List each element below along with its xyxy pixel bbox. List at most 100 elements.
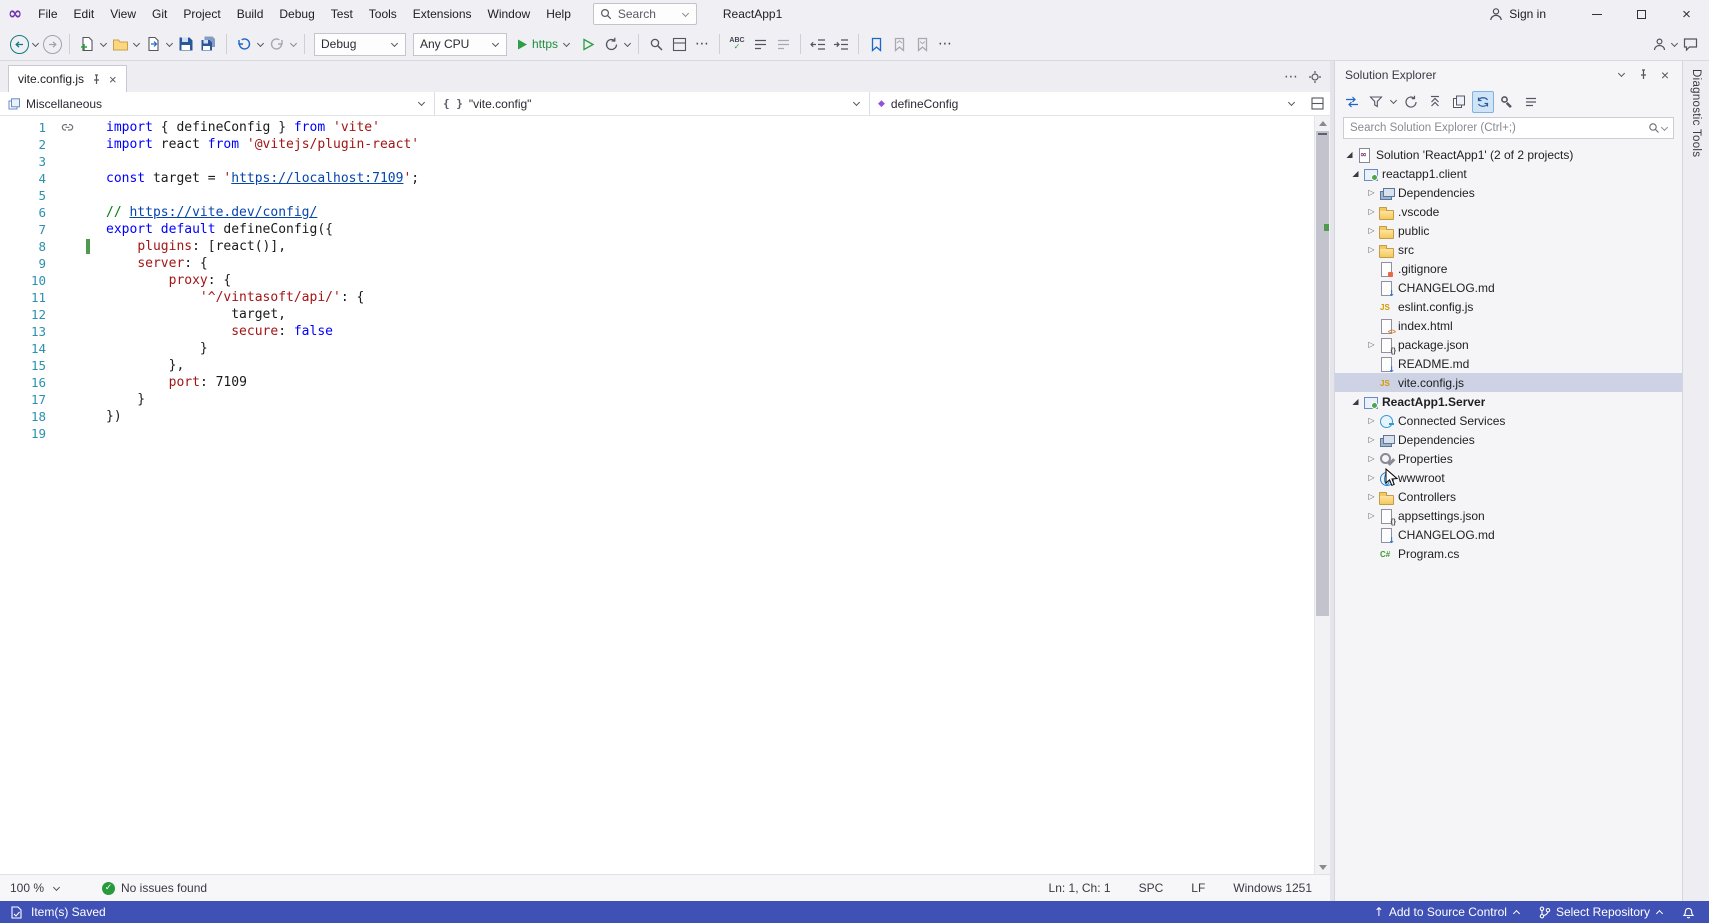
pending-changes-filter-button[interactable] (1365, 91, 1387, 113)
tree-item-reactapp1-client[interactable]: ◢reactapp1.client (1335, 164, 1682, 183)
code-line-14[interactable]: 14 } (0, 340, 1314, 357)
switch-views-button[interactable] (1341, 91, 1363, 113)
collapse-all-button[interactable] (1424, 91, 1446, 113)
sync-with-active-document-button[interactable] (1472, 91, 1494, 113)
editor-options-icon[interactable] (1308, 70, 1322, 84)
menu-git[interactable]: Git (144, 0, 175, 28)
pin-icon[interactable] (1632, 64, 1654, 86)
scrollbar-up-icon[interactable] (1315, 116, 1330, 130)
next-bookmark-button[interactable] (911, 31, 933, 57)
member-dropdown[interactable]: ◆ defineConfig (870, 92, 1304, 115)
uncomment-button[interactable] (772, 31, 794, 57)
expander-icon[interactable]: ▷ (1365, 245, 1378, 254)
navigate-forward-button[interactable] (41, 31, 63, 57)
tree-item-solution-reactapp1-2-of-2-projects[interactable]: ◢Solution 'ReactApp1' (2 of 2 projects) (1335, 145, 1682, 164)
hot-reload-button[interactable] (600, 31, 622, 57)
code-line-4[interactable]: 4const target = 'https://localhost:7109'… (0, 170, 1314, 187)
increase-indent-button[interactable] (830, 31, 852, 57)
code-line-5[interactable]: 5 (0, 187, 1314, 204)
menu-edit[interactable]: Edit (66, 0, 103, 28)
start-without-debugging-button[interactable] (577, 31, 599, 57)
code-line-16[interactable]: 16 port: 7109 (0, 374, 1314, 391)
platform-dropdown[interactable]: Any CPU (413, 33, 507, 56)
new-file-button[interactable] (76, 31, 98, 57)
back-history-chevron-icon[interactable] (32, 39, 39, 46)
maximize-button[interactable] (1619, 0, 1664, 28)
code-line-6[interactable]: 6// https://vite.dev/config/ (0, 204, 1314, 221)
caret-position-label[interactable]: Ln: 1, Ch: 1 (1049, 881, 1111, 895)
navigate-back-button[interactable] (8, 31, 30, 57)
tree-item-reactapp1-server[interactable]: ◢ReactApp1.Server (1335, 392, 1682, 411)
scrollbar-thumb[interactable] (1316, 131, 1329, 616)
close-tab-icon[interactable]: × (109, 73, 117, 86)
code-line-3[interactable]: 3 (0, 153, 1314, 170)
add-item-button[interactable] (142, 31, 164, 57)
tree-item-program-cs[interactable]: Program.cs (1335, 544, 1682, 563)
tree-item-readme-md[interactable]: README.md (1335, 354, 1682, 373)
zoom-dropdown[interactable]: 100 % (0, 881, 72, 895)
previous-bookmark-button[interactable] (888, 31, 910, 57)
tree-item-dependencies[interactable]: ▷Dependencies (1335, 183, 1682, 202)
split-window-icon[interactable] (1304, 92, 1330, 115)
preview-selected-items-button[interactable] (1520, 91, 1542, 113)
spell-check-button[interactable]: ABC✓ (726, 31, 748, 57)
tab-diagnostic-tools[interactable]: Diagnostic Tools (1690, 69, 1702, 901)
feedback-button[interactable] (1679, 31, 1701, 57)
menu-extensions[interactable]: Extensions (405, 0, 480, 28)
search-box[interactable]: Search (593, 3, 697, 25)
menu-build[interactable]: Build (229, 0, 272, 28)
menu-window[interactable]: Window (480, 0, 539, 28)
solution-search-input[interactable] (1344, 122, 1648, 134)
add-to-source-control-button[interactable]: ↑ Add to Source Control (1374, 905, 1521, 919)
window-menu-chevron-icon[interactable] (1610, 64, 1632, 86)
more-documents-icon[interactable]: ⋯ (1284, 70, 1298, 84)
editor-scrollbar[interactable] (1314, 116, 1330, 874)
start-debugging-button[interactable]: https (511, 37, 576, 51)
decrease-indent-button[interactable] (807, 31, 829, 57)
undo-button[interactable] (233, 31, 255, 57)
menu-tools[interactable]: Tools (361, 0, 405, 28)
expander-icon[interactable]: ◢ (1349, 169, 1362, 178)
live-share-button[interactable] (1648, 31, 1670, 57)
expander-icon[interactable]: ▷ (1365, 226, 1378, 235)
line-ending-label[interactable]: LF (1191, 881, 1205, 895)
menu-test[interactable]: Test (323, 0, 361, 28)
tree-item-changelog-md[interactable]: CHANGELOG.md (1335, 525, 1682, 544)
find-in-files-button[interactable] (645, 31, 667, 57)
code-map-button[interactable] (668, 31, 690, 57)
code-line-9[interactable]: 9 server: { (0, 255, 1314, 272)
show-all-files-button[interactable] (1448, 91, 1470, 113)
expander-icon[interactable]: ▷ (1365, 207, 1378, 216)
menu-project[interactable]: Project (175, 0, 228, 28)
expander-icon[interactable]: ▷ (1365, 340, 1378, 349)
solution-search-box[interactable] (1343, 117, 1674, 139)
pin-icon[interactable] (91, 74, 102, 85)
project-dropdown[interactable]: Miscellaneous (0, 92, 435, 115)
save-button[interactable] (175, 31, 197, 57)
code-editor[interactable]: 1import { defineConfig } from 'vite'2imp… (0, 116, 1330, 874)
encoding-label[interactable]: Windows 1251 (1233, 881, 1312, 895)
expander-icon[interactable]: ▷ (1365, 435, 1378, 444)
hot-reload-chevron-icon[interactable] (624, 39, 631, 46)
menu-help[interactable]: Help (538, 0, 579, 28)
tree-item-connected-services[interactable]: ▷Connected Services (1335, 411, 1682, 430)
tree-item-controllers[interactable]: ▷Controllers (1335, 487, 1682, 506)
minimize-button[interactable] (1574, 0, 1619, 28)
menu-view[interactable]: View (102, 0, 144, 28)
open-file-button[interactable] (109, 31, 131, 57)
redo-button[interactable] (266, 31, 288, 57)
expander-icon[interactable]: ▷ (1365, 473, 1378, 482)
document-health-indicator[interactable]: ✓ No issues found (102, 881, 207, 895)
expander-icon[interactable]: ▷ (1365, 454, 1378, 463)
code-line-11[interactable]: 11 '^/vintasoft/api/': { (0, 289, 1314, 306)
code-line-8[interactable]: 8 plugins: [react()], (0, 238, 1314, 255)
new-file-chevron-icon[interactable] (100, 39, 107, 46)
tree-item-eslint-config-js[interactable]: eslint.config.js (1335, 297, 1682, 316)
code-line-2[interactable]: 2import react from '@vitejs/plugin-react… (0, 136, 1314, 153)
type-dropdown[interactable]: { } "vite.config" (435, 92, 870, 115)
sign-in-button[interactable]: Sign in (1489, 7, 1546, 21)
close-button[interactable]: × (1664, 0, 1709, 28)
code-line-13[interactable]: 13 secure: false (0, 323, 1314, 340)
filter-chevron-icon[interactable] (1390, 97, 1397, 104)
tree-item-wwwroot[interactable]: ▷wwwroot (1335, 468, 1682, 487)
